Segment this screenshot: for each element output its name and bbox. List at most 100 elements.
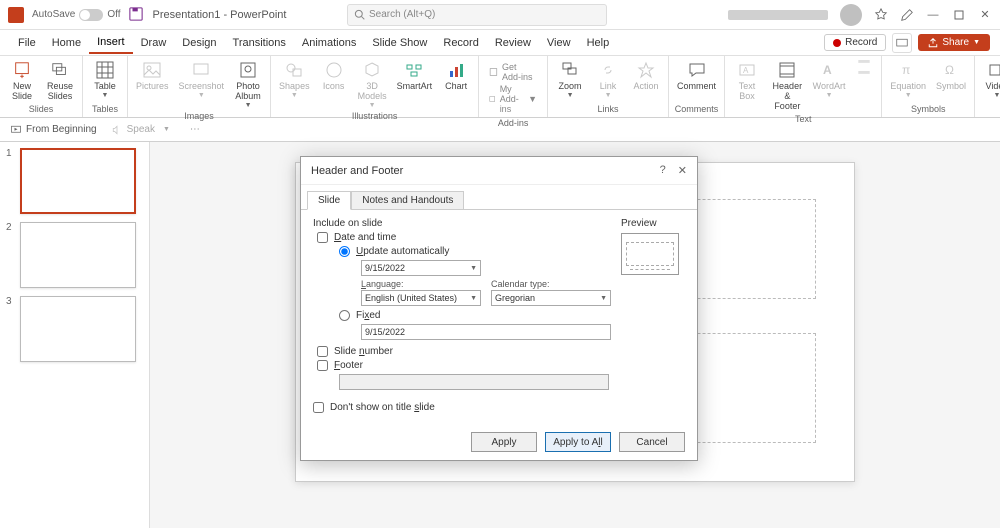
save-icon[interactable] xyxy=(129,7,145,23)
link-button[interactable]: Link▼ xyxy=(590,58,626,101)
tab-slideshow[interactable]: Slide Show xyxy=(364,33,435,53)
group-illustrations: Shapes▼ Icons 3D Models▼ SmartArt Chart … xyxy=(271,56,479,117)
dialog-tab-notes[interactable]: Notes and Handouts xyxy=(351,191,464,210)
datetime-checkbox[interactable] xyxy=(317,232,328,243)
icons-button[interactable]: Icons xyxy=(316,58,352,94)
speak-button[interactable]: Speak▼ xyxy=(111,124,170,136)
toggle-switch[interactable] xyxy=(79,9,103,21)
group-images: Pictures Screenshot▼ Photo Album▼ Images xyxy=(128,56,271,117)
symbol-button[interactable]: ΩSymbol xyxy=(932,58,970,94)
search-icon xyxy=(354,9,365,20)
slide-number-checkbox[interactable] xyxy=(317,346,328,357)
my-addins-button[interactable]: My Add-ins▼ xyxy=(489,84,537,114)
search-box[interactable]: Search (Alt+Q) xyxy=(347,4,607,26)
tab-record[interactable]: Record xyxy=(435,33,486,53)
thumb-row-3[interactable]: 3 xyxy=(6,296,143,362)
overflow-button[interactable]: ⋯ xyxy=(190,124,200,135)
tab-animations[interactable]: Animations xyxy=(294,33,364,53)
apply-button[interactable]: Apply xyxy=(471,432,537,452)
table-button[interactable]: Table▼ xyxy=(87,58,123,101)
autosave-state: Off xyxy=(107,9,120,20)
screenshot-button[interactable]: Screenshot▼ xyxy=(175,58,229,101)
fixed-radio[interactable] xyxy=(339,310,350,321)
dialog-help-button[interactable]: ? xyxy=(660,164,666,177)
speak-icon xyxy=(111,124,123,136)
svg-text:Ω: Ω xyxy=(945,63,954,77)
zoom-button[interactable]: Zoom▼ xyxy=(552,58,588,101)
tab-insert[interactable]: Insert xyxy=(89,32,133,54)
equation-button[interactable]: πEquation▼ xyxy=(886,58,930,101)
ribbon: New Slide Reuse Slides Slides Table▼ Tab… xyxy=(0,56,1000,118)
fixed-radio-row[interactable]: Fixed xyxy=(339,310,611,321)
tab-design[interactable]: Design xyxy=(174,33,224,53)
slide-number-checkbox-row[interactable]: Slide number xyxy=(317,346,611,357)
dont-show-checkbox-row[interactable]: Don't show on title slide xyxy=(313,402,611,413)
tab-file[interactable]: File xyxy=(10,33,44,53)
tab-draw[interactable]: Draw xyxy=(133,33,175,53)
dialog-tab-slide[interactable]: Slide xyxy=(307,191,351,210)
smartart-button[interactable]: SmartArt xyxy=(393,58,437,94)
update-auto-radio-row[interactable]: Update automatically xyxy=(339,246,611,257)
close-button[interactable]: ✕ xyxy=(978,8,992,22)
apply-all-button[interactable]: Apply to All xyxy=(545,432,611,452)
dialog-close-button[interactable]: ✕ xyxy=(678,164,687,177)
svg-text:A: A xyxy=(743,66,749,75)
footer-checkbox-row[interactable]: Footer xyxy=(317,360,611,371)
coming-soon-icon[interactable] xyxy=(874,8,888,22)
new-slide-button[interactable]: New Slide xyxy=(4,58,40,104)
get-addins-button[interactable]: Get Add-ins xyxy=(489,62,537,82)
date-combo[interactable]: 9/15/2022▼ xyxy=(361,260,481,276)
update-auto-radio[interactable] xyxy=(339,246,350,257)
group-symbols: πEquation▼ ΩSymbol Symbols xyxy=(882,56,975,117)
share-button[interactable]: Share▼ xyxy=(918,34,990,51)
record-dot-icon xyxy=(833,39,841,47)
user-avatar[interactable] xyxy=(840,4,862,26)
autosave-toggle[interactable]: AutoSave Off xyxy=(32,9,121,21)
group-links: Zoom▼ Link▼ Action Links xyxy=(548,56,669,117)
slide-thumb[interactable] xyxy=(20,148,136,214)
group-tables: Table▼ Tables xyxy=(83,56,128,117)
present-icon[interactable] xyxy=(892,33,912,53)
textbox-button[interactable]: AText Box xyxy=(729,58,765,104)
pencil-icon[interactable] xyxy=(900,8,914,22)
menu-bar: File Home Insert Draw Design Transitions… xyxy=(0,30,1000,56)
dont-show-checkbox[interactable] xyxy=(313,402,324,413)
svg-text:A: A xyxy=(823,63,832,77)
group-comments: Comment Comments xyxy=(669,56,725,117)
reuse-slides-button[interactable]: Reuse Slides xyxy=(42,58,78,104)
tab-home[interactable]: Home xyxy=(44,33,89,53)
wordart-button[interactable]: AWordArt▼ xyxy=(810,58,849,101)
action-button[interactable]: Action xyxy=(628,58,664,94)
photo-album-button[interactable]: Photo Album▼ xyxy=(230,58,266,111)
group-media: Video▼ Audio▼ Screen Recording Media xyxy=(975,56,1000,117)
footer-checkbox[interactable] xyxy=(317,360,328,371)
text-more-button[interactable] xyxy=(851,58,878,82)
tab-view[interactable]: View xyxy=(539,33,579,53)
search-placeholder: Search (Alt+Q) xyxy=(369,9,435,20)
pictures-button[interactable]: Pictures xyxy=(132,58,173,94)
tab-transitions[interactable]: Transitions xyxy=(225,33,294,53)
record-button[interactable]: Record xyxy=(824,34,886,51)
comment-button[interactable]: Comment xyxy=(673,58,720,94)
header-footer-dialog: Header and Footer ? ✕ Slide Notes and Ha… xyxy=(300,156,698,461)
cancel-button[interactable]: Cancel xyxy=(619,432,685,452)
thumb-row-1[interactable]: 1 xyxy=(6,148,143,214)
video-button[interactable]: Video▼ xyxy=(979,58,1000,101)
minimize-button[interactable]: — xyxy=(926,8,940,22)
3d-models-button[interactable]: 3D Models▼ xyxy=(354,58,391,111)
calendar-combo[interactable]: Gregorian▼ xyxy=(491,290,611,306)
chart-button[interactable]: Chart xyxy=(438,58,474,94)
datetime-checkbox-row[interactable]: Date and time xyxy=(317,232,611,243)
thumb-row-2[interactable]: 2 xyxy=(6,222,143,288)
fixed-date-input[interactable]: 9/15/2022 xyxy=(361,324,611,340)
tab-help[interactable]: Help xyxy=(579,33,618,53)
slide-thumb[interactable] xyxy=(20,296,136,362)
language-combo[interactable]: English (United States)▼ xyxy=(361,290,481,306)
footer-input[interactable] xyxy=(339,374,609,390)
slide-thumb[interactable] xyxy=(20,222,136,288)
from-beginning-button[interactable]: From Beginning xyxy=(10,124,97,136)
header-footer-button[interactable]: Header & Footer xyxy=(767,58,808,114)
maximize-button[interactable] xyxy=(952,8,966,22)
tab-review[interactable]: Review xyxy=(487,33,539,53)
shapes-button[interactable]: Shapes▼ xyxy=(275,58,314,101)
